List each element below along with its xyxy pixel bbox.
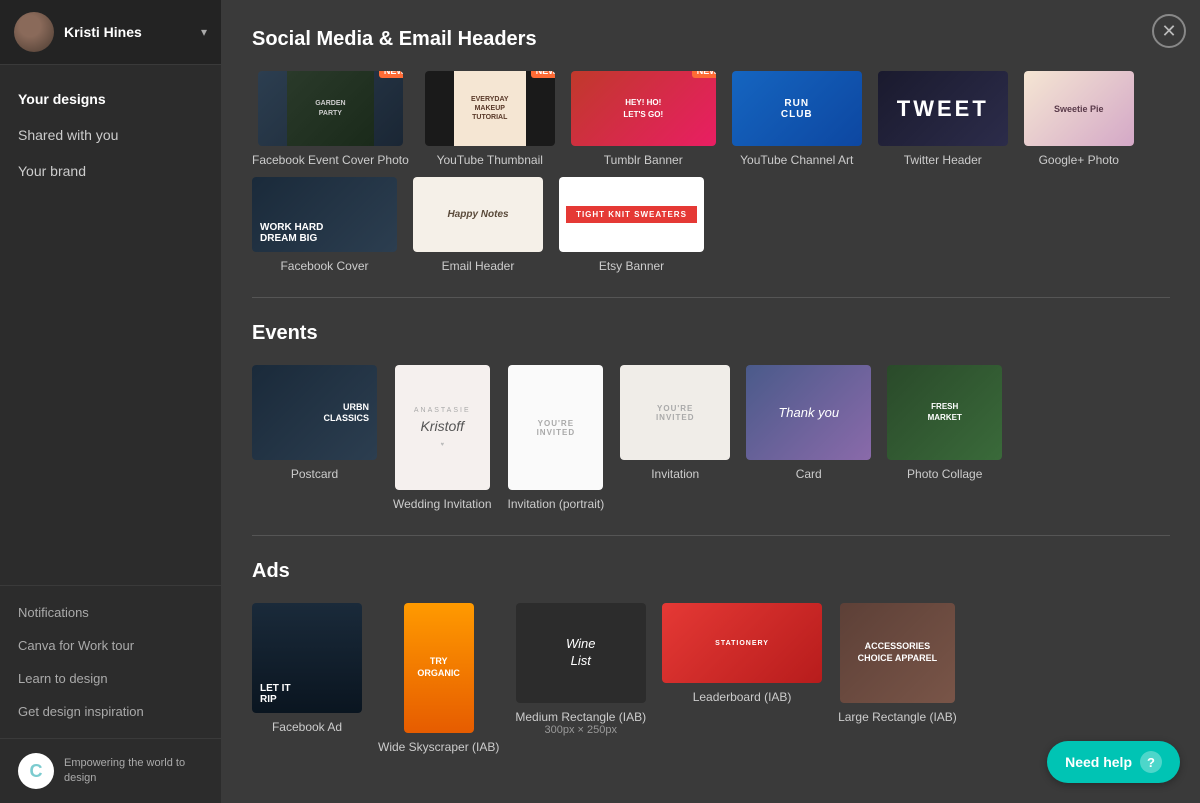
sidebar: Kristi Hines ▾ Your designs Shared with …	[0, 0, 222, 803]
medium-rectangle-thumb: WineList	[516, 603, 646, 703]
sidebar-item-your-brand[interactable]: Your brand	[0, 153, 221, 189]
medium-rectangle-label: Medium Rectangle (IAB)	[515, 710, 646, 724]
google-plus-photo-label: Google+ Photo	[1039, 153, 1119, 167]
help-button-label: Need help	[1065, 754, 1132, 770]
template-invitation[interactable]: YOU'REINVITED Invitation	[620, 365, 730, 511]
postcard-thumb: URBNCLASSICS	[252, 365, 377, 460]
template-twitter-header[interactable]: TWEET Twitter Header	[878, 71, 1008, 167]
sidebar-bottom-nav: Notifications Canva for Work tour Learn …	[0, 585, 221, 738]
template-tumblr-banner[interactable]: NEW HEY! HO!LET'S GO! Tumblr Banner	[571, 71, 716, 167]
section-divider-2	[252, 535, 1170, 536]
invitation-portrait-thumb: YOU'REINVITED	[508, 365, 603, 490]
template-wide-skyscraper[interactable]: TRYORGANIC Wide Skyscraper (IAB)	[378, 603, 499, 754]
email-header-label: Email Header	[442, 259, 515, 273]
events-grid: URBNCLASSICS Postcard ANASTASIE Kristoff…	[252, 365, 1170, 511]
google-plus-photo-thumb: Sweetie Pie	[1024, 71, 1134, 146]
template-postcard[interactable]: URBNCLASSICS Postcard	[252, 365, 377, 511]
template-facebook-event[interactable]: NEW GARDENPARTY Facebook Event Cover Pho…	[252, 71, 409, 167]
template-facebook-cover[interactable]: WORK HARDDREAM BIG Facebook Cover	[252, 177, 397, 273]
sidebar-navigation: Your designs Shared with you Your brand	[0, 65, 221, 585]
sidebar-item-learn-to-design[interactable]: Learn to design	[0, 662, 221, 695]
template-etsy-banner[interactable]: TIGHT KNIT SWEATERS Etsy Banner	[559, 177, 704, 273]
facebook-event-label: Facebook Event Cover Photo	[252, 153, 409, 167]
ads-title: Ads	[252, 560, 1170, 583]
social-media-section: Social Media & Email Headers NEW GARDENP…	[252, 28, 1170, 273]
template-card[interactable]: Thank you Card	[746, 365, 871, 511]
facebook-ad-label: Facebook Ad	[272, 720, 342, 734]
youtube-thumbnail-thumb: NEW EVERYDAYMAKEUPTUTORIAL	[425, 71, 555, 146]
events-section: Events URBNCLASSICS Postcard ANASTASIE K…	[252, 322, 1170, 511]
template-google-plus-photo[interactable]: Sweetie Pie Google+ Photo	[1024, 71, 1134, 167]
ads-grid: LET ITRIP Facebook Ad TRYORGANIC Wide Sk…	[252, 603, 1170, 754]
invitation-label: Invitation	[651, 467, 699, 481]
youtube-thumbnail-label: YouTube Thumbnail	[437, 153, 543, 167]
wide-skyscraper-thumb: TRYORGANIC	[404, 603, 474, 733]
sidebar-item-notifications[interactable]: Notifications	[0, 596, 221, 629]
twitter-header-thumb: TWEET	[878, 71, 1008, 146]
new-badge-tumblr: NEW	[692, 71, 716, 78]
close-button[interactable]: ✕	[1152, 14, 1186, 48]
sidebar-item-canva-for-work[interactable]: Canva for Work tour	[0, 629, 221, 662]
invitation-portrait-label: Invitation (portrait)	[508, 497, 605, 511]
email-header-thumb: Happy Notes	[413, 177, 543, 252]
card-thumb: Thank you	[746, 365, 871, 460]
canva-logo: C	[18, 753, 54, 789]
wide-skyscraper-label: Wide Skyscraper (IAB)	[378, 740, 499, 754]
avatar-image	[14, 12, 54, 52]
etsy-banner-label: Etsy Banner	[599, 259, 664, 273]
tumblr-banner-thumb: NEW HEY! HO!LET'S GO!	[571, 71, 716, 146]
main-content: ✕ Social Media & Email Headers NEW GARDE…	[222, 0, 1200, 803]
events-title: Events	[252, 322, 1170, 345]
section-divider-1	[252, 297, 1170, 298]
template-youtube-channel-art[interactable]: RUNCLUB YouTube Channel Art	[732, 71, 862, 167]
help-button[interactable]: Need help ?	[1047, 741, 1180, 783]
etsy-banner-thumb: TIGHT KNIT SWEATERS	[559, 177, 704, 252]
youtube-channel-art-thumb: RUNCLUB	[732, 71, 862, 146]
card-label: Card	[796, 467, 822, 481]
large-rectangle-label: Large Rectangle (IAB)	[838, 710, 957, 724]
facebook-ad-thumb: LET ITRIP	[252, 603, 362, 713]
avatar	[14, 12, 54, 52]
footer-tagline: Empowering the world to design	[64, 756, 203, 787]
leaderboard-label: Leaderboard (IAB)	[693, 690, 792, 704]
help-icon: ?	[1140, 751, 1162, 773]
template-youtube-thumbnail[interactable]: NEW EVERYDAYMAKEUPTUTORIAL YouTube Thumb…	[425, 71, 555, 167]
facebook-event-thumb: NEW GARDENPARTY	[258, 71, 403, 146]
youtube-channel-art-label: YouTube Channel Art	[740, 153, 853, 167]
leaderboard-thumb: STATIONERY	[662, 603, 822, 683]
tumblr-banner-label: Tumblr Banner	[604, 153, 683, 167]
sidebar-header: Kristi Hines ▾	[0, 0, 221, 65]
user-dropdown-icon[interactable]: ▾	[201, 25, 207, 39]
sidebar-footer: C Empowering the world to design	[0, 738, 221, 803]
invitation-thumb: YOU'REINVITED	[620, 365, 730, 460]
template-leaderboard[interactable]: STATIONERY Leaderboard (IAB)	[662, 603, 822, 754]
social-media-grid: NEW GARDENPARTY Facebook Event Cover Pho…	[252, 71, 1170, 167]
template-wedding-invitation[interactable]: ANASTASIE Kristoff ♥ Wedding Invitation	[393, 365, 492, 511]
user-name: Kristi Hines	[64, 24, 142, 40]
postcard-label: Postcard	[291, 467, 338, 481]
ads-section: Ads LET ITRIP Facebook Ad TRYORGANIC W	[252, 560, 1170, 754]
facebook-cover-thumb: WORK HARDDREAM BIG	[252, 177, 397, 252]
large-rectangle-thumb: ACCESSORIESCHOICE APPAREL	[840, 603, 955, 703]
twitter-header-label: Twitter Header	[904, 153, 982, 167]
template-email-header[interactable]: Happy Notes Email Header	[413, 177, 543, 273]
sidebar-item-shared-with-you[interactable]: Shared with you	[0, 117, 221, 153]
template-facebook-ad[interactable]: LET ITRIP Facebook Ad	[252, 603, 362, 754]
sidebar-item-get-design-inspiration[interactable]: Get design inspiration	[0, 695, 221, 728]
wedding-invitation-thumb: ANASTASIE Kristoff ♥	[395, 365, 490, 490]
template-photo-collage[interactable]: FRESHMARKET Photo Collage	[887, 365, 1002, 511]
new-badge-yt: NEW	[531, 71, 555, 78]
social-media-grid-row2: WORK HARDDREAM BIG Facebook Cover Happy …	[252, 177, 1170, 273]
template-invitation-portrait[interactable]: YOU'REINVITED Invitation (portrait)	[508, 365, 605, 511]
photo-collage-label: Photo Collage	[907, 467, 982, 481]
facebook-cover-label: Facebook Cover	[280, 259, 368, 273]
template-medium-rectangle[interactable]: WineList Medium Rectangle (IAB) 300px × …	[515, 603, 646, 754]
wedding-invitation-label: Wedding Invitation	[393, 497, 492, 511]
medium-rectangle-sublabel: 300px × 250px	[544, 724, 616, 736]
new-badge: NEW	[379, 71, 403, 78]
social-media-title: Social Media & Email Headers	[252, 28, 1170, 51]
template-large-rectangle[interactable]: ACCESSORIESCHOICE APPAREL Large Rectangl…	[838, 603, 957, 754]
photo-collage-thumb: FRESHMARKET	[887, 365, 1002, 460]
sidebar-item-your-designs[interactable]: Your designs	[0, 81, 221, 117]
